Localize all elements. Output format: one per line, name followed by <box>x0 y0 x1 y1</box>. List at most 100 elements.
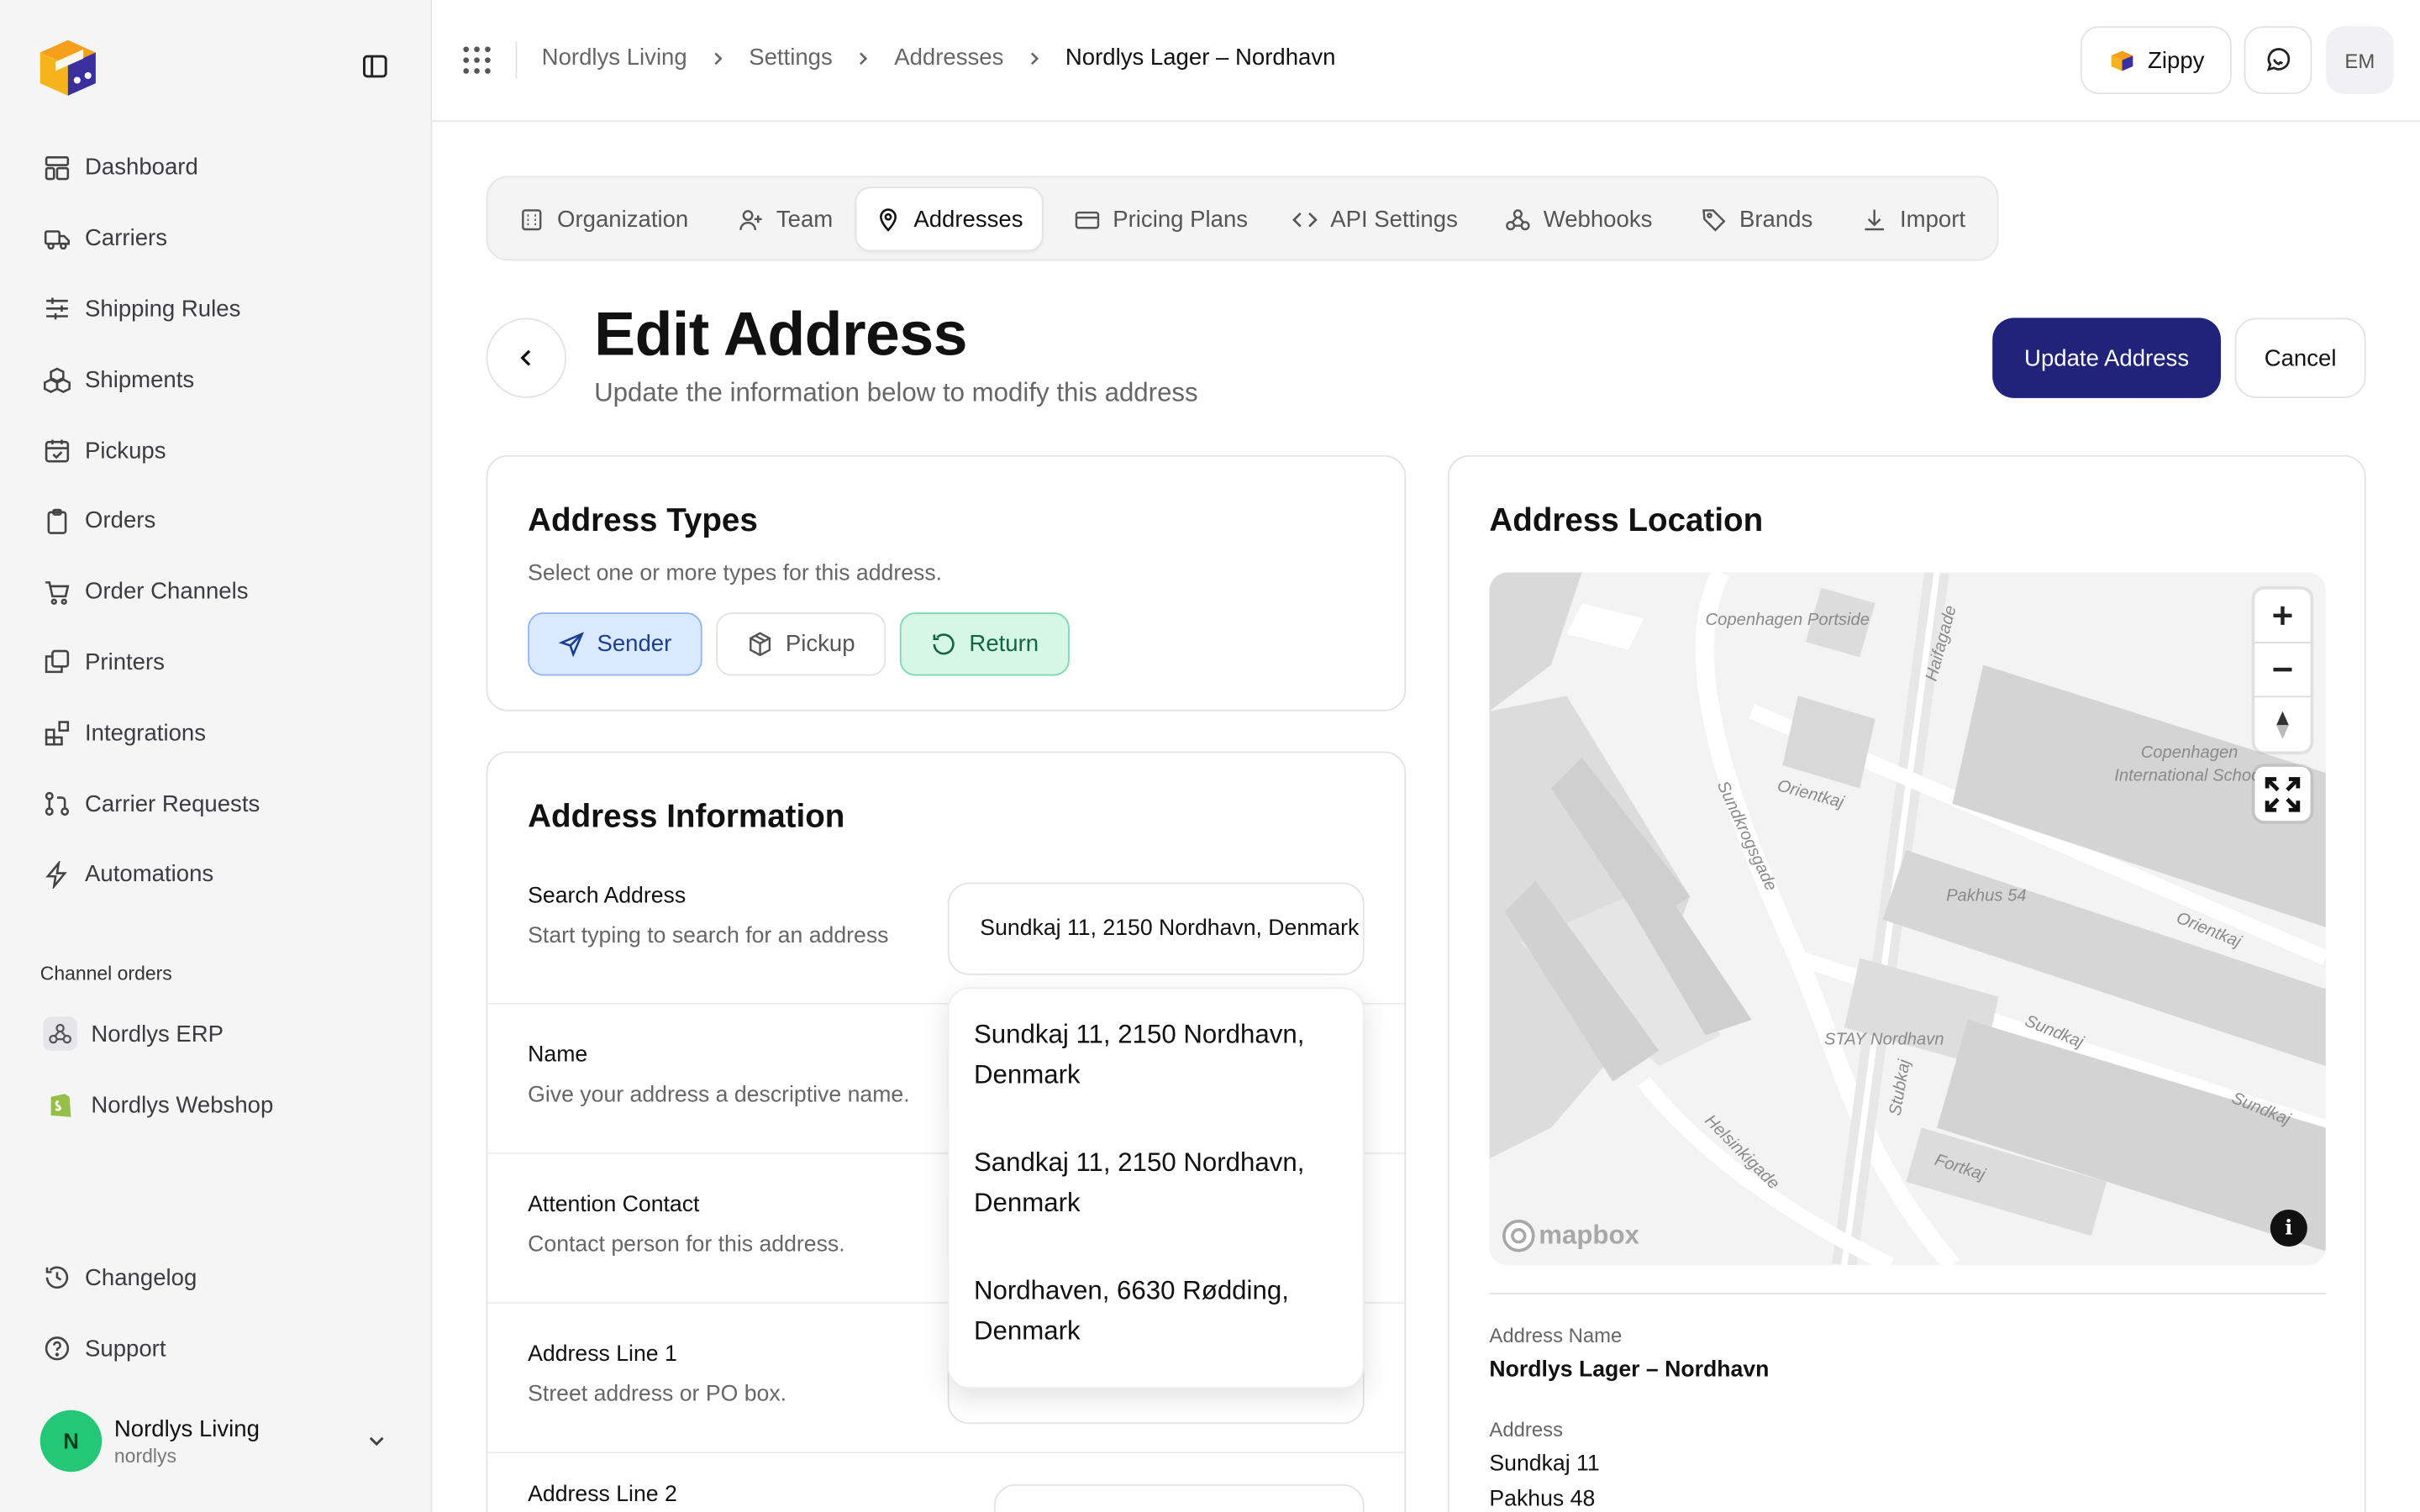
sender-type-toggle[interactable]: Sender <box>528 612 702 676</box>
search-address-input[interactable]: Sundkaj 11, 2150 Nordhavn, Denmark <box>947 882 1365 975</box>
sidebar-item-order-channels[interactable]: Order Channels <box>0 557 432 627</box>
map-label: Copenhagen Portside <box>1705 611 1870 630</box>
sidebar-item-pickups[interactable]: Pickups <box>0 415 432 486</box>
sidebar-item-changelog[interactable]: Changelog <box>43 1263 197 1291</box>
search-address-label: Search Address <box>528 884 687 909</box>
tab-api-settings[interactable]: API Settings <box>1273 186 1476 251</box>
clipboard-icon <box>47 508 67 534</box>
sidebar-item-integrations[interactable]: Integrations <box>0 698 432 769</box>
header-divider <box>515 41 518 79</box>
tag-icon <box>1702 208 1726 231</box>
tab-brands[interactable]: Brands <box>1682 186 1831 251</box>
git-pull-icon <box>45 791 70 816</box>
mapbox-logo[interactable]: mapbox <box>1502 1219 1639 1252</box>
sidebar-item-label: Changelog <box>85 1264 197 1291</box>
search-address-description: Start typing to search for an address <box>528 924 889 949</box>
sidebar-item-label: Support <box>85 1335 166 1362</box>
name-description: Give your address a descriptive name. <box>528 1083 910 1108</box>
sidebar-item-shipments[interactable]: Shipments <box>0 344 432 415</box>
app-logo-icon[interactable] <box>31 31 105 105</box>
map-attribution-button[interactable]: i <box>2270 1209 2307 1247</box>
account-name: Nordlys Living <box>113 1415 260 1442</box>
tab-label: Import <box>1899 206 1966 233</box>
sidebar-item-support[interactable]: Support <box>43 1335 166 1362</box>
sidebar-item-orders[interactable]: Orders <box>0 486 432 557</box>
sidebar-item-label: Carriers <box>85 225 167 252</box>
sidebar-item-printers[interactable]: Printers <box>0 627 432 698</box>
breadcrumb: Nordlys Living Settings Addresses Nordly… <box>542 45 1336 71</box>
sidebar-item-label: Integrations <box>85 720 206 747</box>
address-suggestions-dropdown: Sundkaj 11, 2150 Nordhavn, Denmark Sandk… <box>947 987 1365 1389</box>
chat-button[interactable] <box>2244 26 2312 95</box>
return-type-toggle[interactable]: Return <box>899 612 1070 676</box>
back-button[interactable] <box>486 318 567 398</box>
tab-pricing-plans[interactable]: Pricing Plans <box>1055 186 1266 251</box>
map-label: STAY Nordhavn <box>1823 1030 1944 1049</box>
zippy-button[interactable]: Zippy <box>2080 26 2232 95</box>
sidebar-item-dashboard[interactable]: Dashboard <box>0 133 432 203</box>
sidebar-item-carrier-requests[interactable]: Carrier Requests <box>0 769 432 839</box>
cancel-button[interactable]: Cancel <box>2234 318 2366 398</box>
breadcrumb-current: Nordlys Lager – Nordhavn <box>1065 45 1336 71</box>
building-icon <box>522 208 542 230</box>
dashboard-icon <box>45 155 70 181</box>
sidebar-item-label: Orders <box>85 507 156 535</box>
tab-organization[interactable]: Organization <box>500 186 707 251</box>
fullscreen-button[interactable] <box>2254 767 2310 821</box>
suggestion-item[interactable]: Nordhaven, 6630 Rødding, Denmark <box>974 1271 1344 1352</box>
sidebar-item-label: Carrier Requests <box>85 790 260 817</box>
attention-contact-description: Contact person for this address. <box>528 1232 845 1257</box>
sidebar-toggle-icon[interactable] <box>361 52 389 80</box>
compass-button[interactable] <box>2254 697 2310 751</box>
breadcrumb-organization[interactable]: Nordlys Living <box>542 45 687 71</box>
sidebar-item-label: Order Channels <box>85 579 249 606</box>
tab-label: Team <box>776 206 834 233</box>
pickup-type-toggle[interactable]: Pickup <box>716 612 886 676</box>
page-title: Edit Address <box>594 301 967 369</box>
breadcrumb-settings[interactable]: Settings <box>749 45 833 71</box>
apps-grid-icon[interactable] <box>461 45 492 76</box>
zoom-in-button[interactable] <box>2254 590 2311 643</box>
account-switcher[interactable]: N Nordlys Living nordlys <box>39 1410 395 1473</box>
message-circle-icon <box>2266 48 2291 71</box>
attention-contact-label: Attention Contact <box>528 1192 700 1218</box>
help-circle-icon <box>45 1336 70 1361</box>
sidebar-item-automations[interactable]: Automations <box>0 839 432 910</box>
truck-icon <box>44 229 71 249</box>
map-label: Copenhagen International School <box>2114 743 2265 785</box>
sliders-icon <box>46 298 68 321</box>
tab-label: Addresses <box>913 206 1023 233</box>
return-label: Return <box>969 631 1039 658</box>
sidebar-channel-nordlys-webshop[interactable]: Nordlys Webshop <box>43 1088 273 1121</box>
zoom-out-button[interactable] <box>2254 643 2311 698</box>
webhook-icon <box>43 1016 77 1051</box>
chevron-right-icon <box>860 51 868 65</box>
address-label: Address <box>1489 1417 1564 1441</box>
suggestion-item[interactable]: Sandkaj 11, 2150 Nordhavn, Denmark <box>974 1143 1344 1224</box>
update-address-button[interactable]: Update Address <box>1992 318 2222 398</box>
tab-import[interactable]: Import <box>1843 186 1984 251</box>
sidebar-channel-nordlys-erp[interactable]: Nordlys ERP <box>43 1016 224 1051</box>
tab-team[interactable]: Team <box>719 186 851 251</box>
tab-label: Organization <box>557 206 689 233</box>
account-slug: nordlys <box>113 1445 176 1467</box>
map-view[interactable]: Copenhagen Portside Haifagade Copenhagen… <box>1489 572 2326 1266</box>
credit-card-icon <box>1075 210 1100 228</box>
tab-addresses[interactable]: Addresses <box>855 186 1044 252</box>
address-line2-input[interactable] <box>993 1483 1365 1512</box>
address-line1-label: Address Line 1 <box>528 1341 677 1368</box>
address-types-card: Address Types Select one or more types f… <box>486 454 1407 711</box>
tab-webhooks[interactable]: Webhooks <box>1486 186 1671 251</box>
sidebar-item-shipping-rules[interactable]: Shipping Rules <box>0 274 432 344</box>
map-label: Pakhus 54 <box>1946 887 2027 906</box>
breadcrumb-addresses[interactable]: Addresses <box>894 45 1003 71</box>
map-pin-icon <box>880 207 897 231</box>
sidebar-item-carriers[interactable]: Carriers <box>0 203 432 274</box>
blocks-icon <box>45 721 70 746</box>
suggestion-item[interactable]: Sundkaj 11, 2150 Nordhavn, Denmark <box>974 1016 1344 1096</box>
user-avatar[interactable]: EM <box>2325 26 2394 95</box>
user-plus-icon <box>739 209 762 230</box>
name-label: Name <box>528 1042 588 1068</box>
address-line1-value: Sundkaj 11 <box>1489 1452 1600 1477</box>
tab-label: Brands <box>1739 206 1813 233</box>
